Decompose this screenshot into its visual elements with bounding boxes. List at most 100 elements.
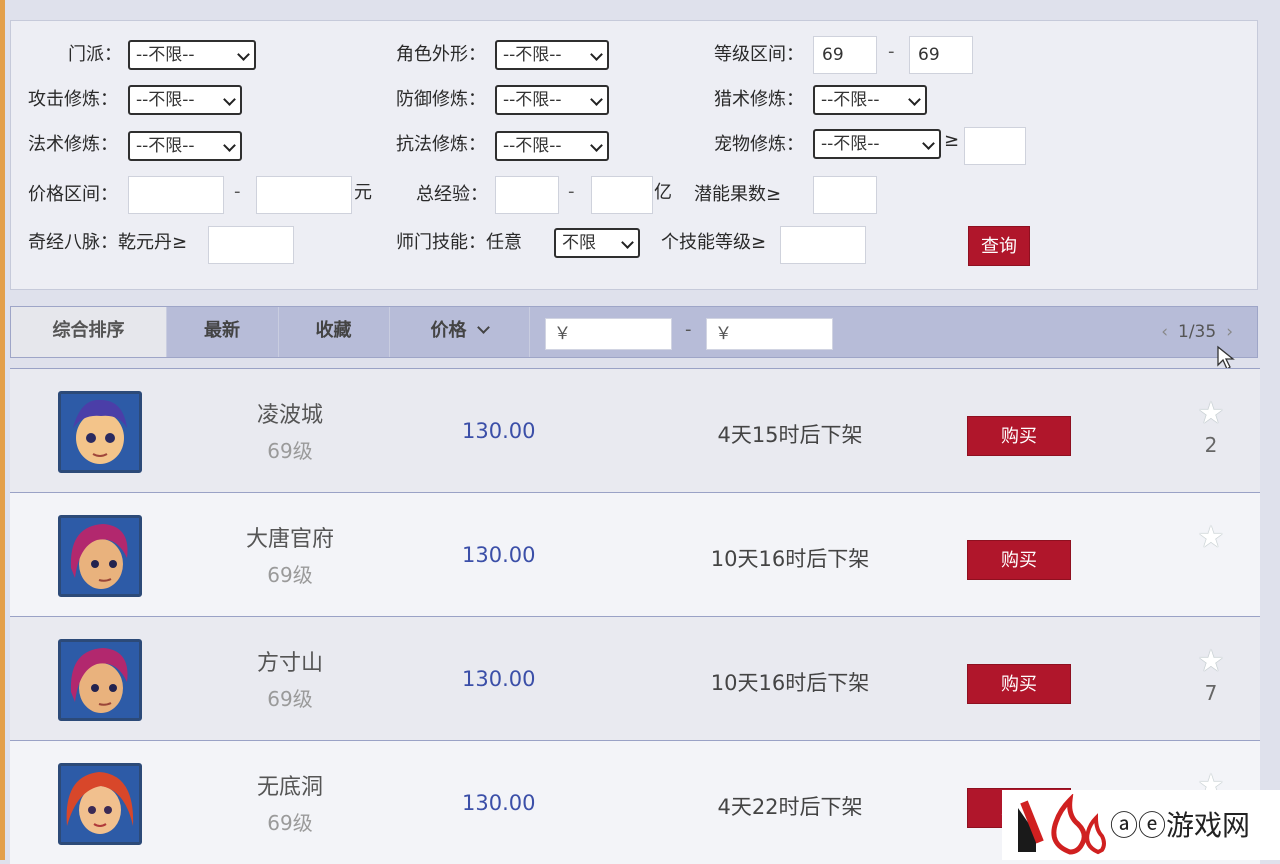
chevron-down-icon	[590, 48, 603, 61]
school-name: 凌波城	[256, 403, 323, 428]
school-skill-select[interactable]: 不限	[554, 228, 640, 258]
exp-dash: -	[568, 181, 575, 202]
listing-row[interactable]: 方寸山 69级 130.00 10天16时后下架 购买 ★ 7	[10, 616, 1260, 740]
buy-button[interactable]: 购买	[967, 540, 1071, 580]
menpai-label: 门派：	[68, 44, 122, 65]
level-text: 69级	[267, 563, 313, 587]
price-unit: 元	[354, 182, 372, 203]
school-name: 无底洞	[256, 775, 323, 800]
chevron-down-icon	[590, 93, 603, 106]
star-icon: ★	[1197, 396, 1225, 431]
level-text: 69级	[267, 811, 313, 835]
pet-select-value: --不限--	[821, 134, 880, 154]
avatar	[58, 763, 142, 845]
pet-label: 宠物修炼：	[714, 134, 804, 155]
exp-unit: 亿	[654, 182, 672, 203]
favorite-toggle[interactable]: ★	[1194, 523, 1228, 557]
meridian-input[interactable]	[208, 226, 294, 264]
pet-min-input[interactable]	[964, 127, 1026, 165]
magic-label: 法术修炼：	[28, 134, 118, 155]
range-dash: -	[685, 319, 692, 340]
query-button[interactable]: 查询	[968, 226, 1030, 266]
defense-select[interactable]: --不限--	[495, 85, 609, 115]
pet-select[interactable]: --不限--	[813, 129, 941, 159]
attack-select-value: --不限--	[136, 90, 195, 110]
appearance-select-value: --不限--	[503, 45, 562, 65]
attack-select[interactable]: --不限--	[128, 85, 242, 115]
menpai-select[interactable]: --不限--	[128, 40, 256, 70]
tab-favorites[interactable]: 收藏	[278, 307, 390, 357]
chevron-down-icon	[908, 93, 921, 106]
page-indicator: 1/35	[1178, 322, 1217, 342]
filter-panel: 门派： --不限-- 角色外形： --不限-- 等级区间： 69 - 69 攻击…	[10, 20, 1258, 290]
listing-row[interactable]: 大唐官府 69级 130.00 10天16时后下架 购买 ★	[10, 492, 1260, 616]
exp-label: 总经验：	[416, 184, 488, 205]
tab-newest[interactable]: 最新	[166, 307, 279, 357]
avatar	[58, 639, 142, 721]
exp-min-input[interactable]	[495, 176, 559, 214]
time-left-text: 10天16时后下架	[710, 547, 870, 571]
chevron-down-icon	[922, 137, 935, 150]
resist-label: 抗法修炼：	[396, 134, 486, 155]
school-skill-label: 师门技能：任意	[396, 232, 522, 253]
appearance-select[interactable]: --不限--	[495, 40, 609, 70]
hunt-select-value: --不限--	[821, 90, 880, 110]
price-text: 130.00	[462, 667, 536, 691]
chevron-down-icon	[476, 321, 490, 334]
chevron-down-icon	[621, 236, 634, 249]
tab-price[interactable]: 价格	[389, 307, 530, 357]
tab-price-label: 价格	[430, 320, 467, 341]
menpai-select-value: --不限--	[136, 45, 195, 65]
potential-input[interactable]	[813, 176, 877, 214]
chevron-down-icon	[590, 139, 603, 152]
hunt-select[interactable]: --不限--	[813, 85, 927, 115]
favorite-toggle[interactable]: ★ 7	[1194, 647, 1228, 706]
prev-page-icon[interactable]: ‹	[1151, 322, 1178, 342]
school-name: 方寸山	[256, 651, 323, 676]
chevron-down-icon	[237, 48, 250, 61]
time-left-text: 10天16时后下架	[710, 671, 870, 695]
star-icon: ★	[1197, 520, 1225, 555]
potential-label: 潜能果数≥	[694, 184, 782, 205]
skill-level-input[interactable]	[780, 226, 866, 264]
defense-select-value: --不限--	[503, 90, 562, 110]
price-max-input[interactable]	[256, 176, 352, 214]
exp-max-input[interactable]	[591, 176, 653, 214]
flame-logo-icon	[1018, 794, 1106, 855]
watermark: ⓐⓔ游戏网	[1002, 790, 1280, 860]
buy-button[interactable]: 购买	[967, 664, 1071, 704]
favorite-toggle[interactable]: ★ 2	[1194, 396, 1228, 458]
price-range-label: 价格区间：	[28, 184, 118, 205]
skill-level-label: 个技能等级≥	[661, 232, 767, 253]
resist-select[interactable]: --不限--	[495, 131, 609, 161]
hunt-label: 猎术修炼：	[714, 89, 804, 110]
next-page-icon[interactable]: ›	[1216, 322, 1243, 342]
level-min-input[interactable]: 69	[813, 36, 877, 74]
favorite-count: 2	[1204, 433, 1218, 457]
time-left-text: 4天22时后下架	[717, 795, 863, 819]
pet-ge: ≥	[944, 130, 960, 151]
chevron-down-icon	[223, 93, 236, 106]
avatar	[58, 391, 142, 473]
resist-select-value: --不限--	[503, 136, 562, 156]
buy-button[interactable]: 购买	[967, 416, 1071, 456]
level-label: 等级区间：	[714, 44, 804, 65]
price-from-input[interactable]: ￥	[545, 318, 672, 350]
page-edge	[0, 0, 5, 860]
price-dash: -	[234, 181, 241, 202]
defense-label: 防御修炼：	[396, 89, 486, 110]
school-name: 大唐官府	[245, 527, 334, 552]
listing-row[interactable]: 凌波城 69级 130.00 4天15时后下架 购买 ★ 2	[10, 368, 1260, 492]
avatar	[58, 515, 142, 597]
appearance-label: 角色外形：	[396, 44, 486, 65]
price-text: 130.00	[462, 791, 536, 815]
level-text: 69级	[267, 439, 313, 463]
price-to-input[interactable]: ￥	[706, 318, 833, 350]
level-max-input[interactable]: 69	[909, 36, 973, 74]
tab-comprehensive-sort[interactable]: 综合排序	[11, 307, 167, 357]
meridian-label: 奇经八脉：乾元丹≥	[28, 232, 188, 253]
magic-select[interactable]: --不限--	[128, 131, 242, 161]
magic-select-value: --不限--	[136, 136, 195, 156]
level-text: 69级	[267, 687, 313, 711]
price-min-input[interactable]	[128, 176, 224, 214]
